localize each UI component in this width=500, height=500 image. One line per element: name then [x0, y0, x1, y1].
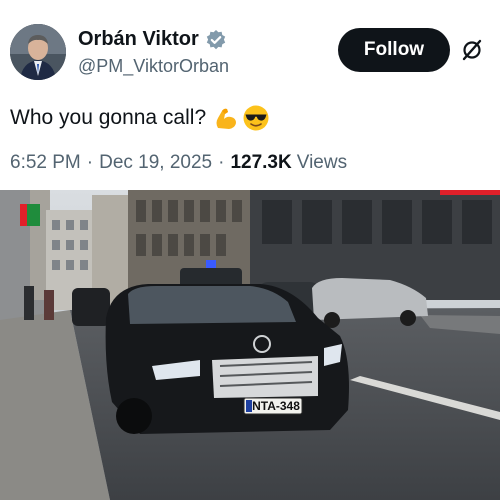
tweet-body: Who you gonna call?: [10, 106, 207, 129]
follow-button[interactable]: Follow: [338, 28, 450, 72]
tweet-text: Who you gonna call?: [10, 104, 270, 132]
meta-separator: ·: [86, 152, 94, 173]
author-handle[interactable]: @PM_ViktorOrban: [78, 56, 229, 77]
avatar-image: [10, 24, 66, 80]
flexed-biceps-emoji: [216, 108, 237, 129]
tweet-time[interactable]: 6:52 PM: [10, 152, 81, 174]
author-name[interactable]: Orbán Viktor: [78, 28, 199, 51]
views-count: 127.3K: [230, 152, 292, 173]
tweet-date[interactable]: Dec 19, 2025: [99, 152, 212, 174]
street-scene-image: NTA-348: [0, 190, 500, 500]
views-label: Views: [296, 152, 348, 173]
tweet-media-video[interactable]: NTA-348: [0, 190, 500, 500]
sunglasses-face-emoji: [243, 105, 269, 131]
license-plate-text: NTA-348: [252, 399, 300, 413]
tweet-meta: 6:52 PM · Dec 19, 2025 · 127.3K Views: [10, 152, 347, 174]
verified-badge-icon: [206, 29, 225, 49]
meta-separator: ·: [218, 152, 225, 173]
tweet-header: Orbán Viktor @PM_ViktorOrban Follow: [10, 24, 490, 84]
grok-icon[interactable]: [460, 38, 484, 62]
author-avatar[interactable]: [10, 24, 66, 80]
author-name-row: Orbán Viktor: [78, 28, 227, 51]
